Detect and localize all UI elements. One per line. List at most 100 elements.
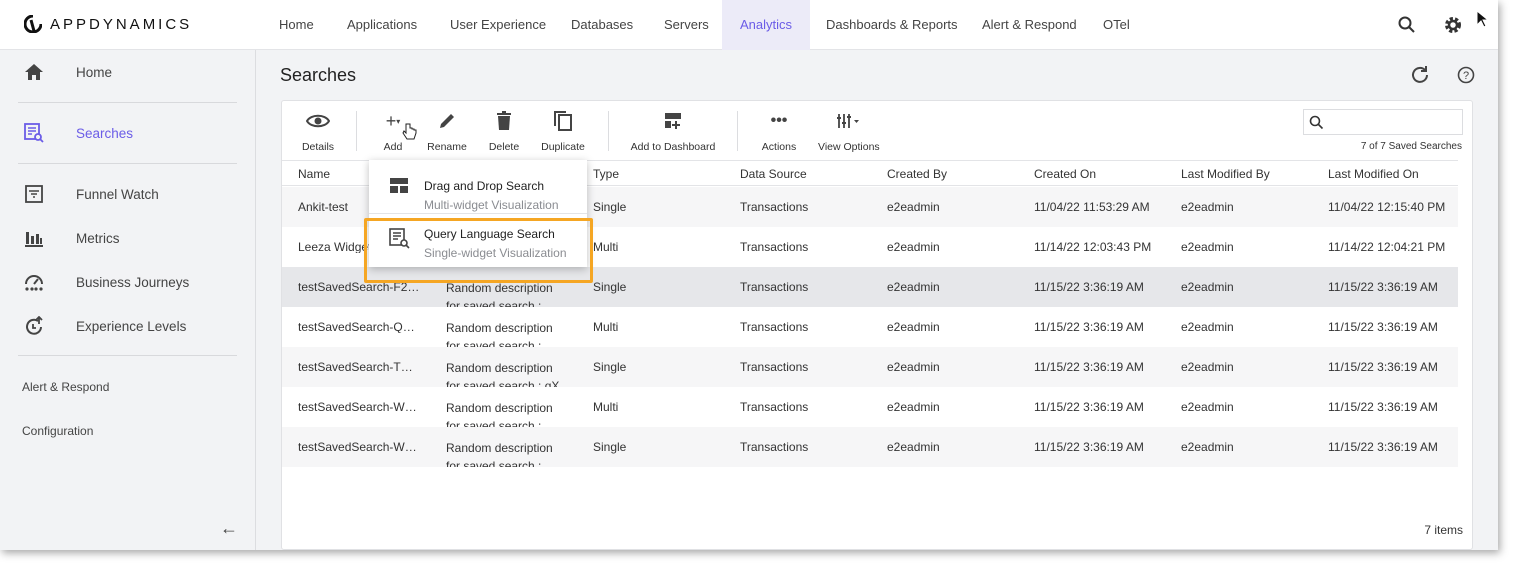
cell-created-on: 11/04/22 11:53:29 AM <box>1034 200 1150 214</box>
cell-last-modified-by: e2eadmin <box>1181 440 1234 454</box>
view-options-button[interactable]: View Options <box>818 109 880 159</box>
cell-type: Single <box>593 280 627 294</box>
cell-created-by: e2eadmin <box>887 200 940 214</box>
cell-last-modified-on: 11/04/22 12:15:40 PM <box>1328 200 1446 214</box>
items-count: 7 items <box>1424 523 1463 537</box>
trash-icon <box>497 111 511 130</box>
column-header-data-source[interactable]: Data Source <box>740 167 807 181</box>
cell-type: Multi <box>593 400 619 414</box>
column-header-last-modified-by[interactable]: Last Modified By <box>1181 167 1270 181</box>
search-input[interactable] <box>1303 109 1463 135</box>
cell-created-on: 11/15/22 3:36:19 AM <box>1034 400 1144 414</box>
cell-last-modified-on: 11/15/22 3:36:19 AM <box>1328 440 1438 454</box>
cell-type: Multi <box>593 240 619 254</box>
divider <box>18 102 237 103</box>
cell-data-source: Transactions <box>740 400 809 414</box>
column-header-created-by[interactable]: Created By <box>887 167 947 181</box>
search-document-icon <box>24 123 44 143</box>
nav-tab-applications[interactable]: Applications <box>329 0 435 50</box>
sidebar-item-funnel-watch[interactable]: Funnel Watch <box>0 174 256 214</box>
add-dropdown-menu: Drag and Drop Search Multi-widget Visual… <box>369 160 587 267</box>
search-icon[interactable] <box>1397 15 1417 35</box>
cell-created-on: 11/15/22 3:36:19 AM <box>1034 440 1144 454</box>
gauge-icon <box>25 275 43 291</box>
cell-name: testSavedSearch-T… <box>298 361 413 373</box>
actions-button[interactable]: ••• Actions <box>758 109 800 159</box>
menu-item-title: Query Language Search <box>424 227 555 241</box>
cell-last-modified-by: e2eadmin <box>1181 200 1234 214</box>
nav-tab-otel[interactable]: OTel <box>1085 0 1148 50</box>
cell-last-modified-by: e2eadmin <box>1181 360 1234 374</box>
add-to-dashboard-button[interactable]: Add to Dashboard <box>630 109 716 159</box>
divider <box>18 163 237 164</box>
nav-tab-servers[interactable]: Servers <box>646 0 727 50</box>
cell-data-source: Transactions <box>740 280 809 294</box>
nav-tab-alert-respond[interactable]: Alert & Respond <box>964 0 1095 50</box>
experience-icon <box>26 316 43 335</box>
cell-created-on: 11/14/22 12:03:43 PM <box>1034 240 1152 254</box>
refresh-icon[interactable] <box>1409 64 1431 86</box>
menu-item-drag-and-drop-search[interactable]: Drag and Drop Search Multi-widget Visual… <box>369 160 587 213</box>
column-header-type[interactable]: Type <box>593 167 619 181</box>
table-row[interactable]: testSavedSearch-Q… Random description for… <box>282 307 1458 347</box>
svg-text:?: ? <box>1463 70 1469 82</box>
cell-description: Random description for saved search : DX… <box>446 401 553 427</box>
cell-last-modified-by: e2eadmin <box>1181 280 1234 294</box>
collapse-arrow-icon[interactable]: ← <box>220 518 238 539</box>
page-title: Searches <box>280 65 357 85</box>
cell-created-on: 11/15/22 3:36:19 AM <box>1034 280 1144 294</box>
cell-created-by: e2eadmin <box>887 240 940 254</box>
sidebar-link-alert-respond[interactable]: Alert & Respond <box>22 380 109 394</box>
cell-created-by: e2eadmin <box>887 280 940 294</box>
copy-icon <box>554 111 572 131</box>
nav-tab-databases[interactable]: Databases <box>553 0 651 50</box>
nav-tab-analytics[interactable]: Analytics <box>722 0 811 50</box>
column-header-created-on[interactable]: Created On <box>1034 167 1096 181</box>
sidebar-item-label: Home <box>76 64 113 80</box>
column-header-last-modified-on[interactable]: Last Modified On <box>1328 167 1419 181</box>
rename-button[interactable]: Rename <box>427 109 467 159</box>
sidebar-item-searches[interactable]: Searches <box>0 113 256 153</box>
help-icon[interactable]: ? <box>1457 66 1475 84</box>
home-icon <box>25 64 43 80</box>
cell-last-modified-on: 11/15/22 3:36:19 AM <box>1328 360 1438 374</box>
sidebar-item-business-journeys[interactable]: Business Journeys <box>0 262 256 302</box>
duplicate-label: Duplicate <box>541 141 585 153</box>
table-row[interactable]: testSavedSearch-W… Random description for… <box>282 427 1458 467</box>
nav-tab-user-experience[interactable]: User Experience <box>432 0 564 50</box>
cell-last-modified-by: e2eadmin <box>1181 240 1234 254</box>
cell-created-by: e2eadmin <box>887 400 940 414</box>
divider <box>356 111 357 151</box>
sidebar-item-label: Metrics <box>76 230 120 246</box>
table-row[interactable]: testSavedSearch-F2… Random description fo… <box>282 267 1458 307</box>
rename-label: Rename <box>427 141 467 153</box>
sidebar-item-experience-levels[interactable]: Experience Levels <box>0 306 256 346</box>
divider <box>608 111 609 151</box>
menu-item-query-language-search[interactable]: Query Language Search Single-widget Visu… <box>369 213 587 266</box>
cell-created-by: e2eadmin <box>887 360 940 374</box>
duplicate-button[interactable]: Duplicate <box>540 109 586 159</box>
sidebar-item-metrics[interactable]: Metrics <box>0 218 256 258</box>
cell-description: Random description for saved search : zC… <box>446 321 553 347</box>
details-button[interactable]: Details <box>298 109 338 159</box>
table-row[interactable]: testSavedSearch-T… Random description for… <box>282 347 1458 387</box>
cell-data-source: Transactions <box>740 360 809 374</box>
sidebar-item-home[interactable]: Home <box>0 52 256 92</box>
logo[interactable]: APPDYNAMICS <box>24 15 192 33</box>
cell-description: Random description for saved search : FC… <box>446 281 553 307</box>
brand-name: APPDYNAMICS <box>50 15 193 33</box>
cell-last-modified-by: e2eadmin <box>1181 400 1234 414</box>
nav-tab-dashboards-reports[interactable]: Dashboards & Reports <box>808 0 976 50</box>
nav-tab-home[interactable]: Home <box>261 0 332 50</box>
column-header-name[interactable]: Name <box>298 167 330 181</box>
menu-item-subtitle: Multi-widget Visualization <box>424 198 559 212</box>
sidebar-link-configuration[interactable]: Configuration <box>22 424 93 438</box>
cell-name: testSavedSearch-W… <box>298 441 417 453</box>
cell-type: Single <box>593 200 627 214</box>
delete-button[interactable]: Delete <box>486 109 522 159</box>
gear-icon[interactable] <box>1443 15 1463 35</box>
menu-item-title: Drag and Drop Search <box>424 179 545 193</box>
table-row[interactable]: testSavedSearch-W… Random description for… <box>282 387 1458 427</box>
bar-chart-icon <box>25 232 43 247</box>
cell-name: testSavedSearch-F2… <box>298 281 420 293</box>
